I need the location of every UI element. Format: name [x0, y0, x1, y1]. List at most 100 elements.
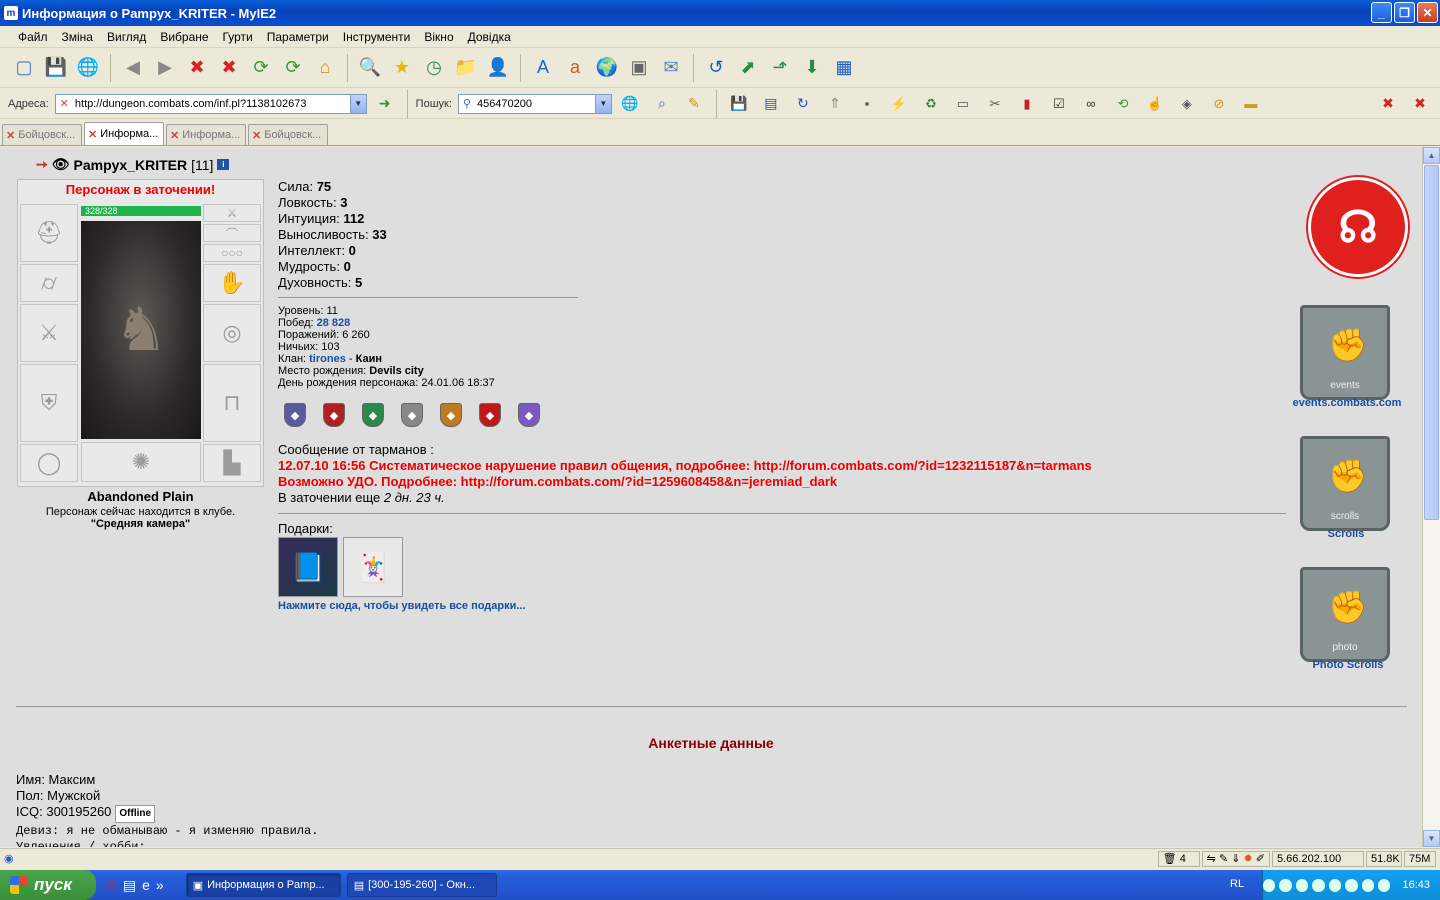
web-globe-icon[interactable]: 🌍: [593, 54, 621, 82]
gift-jester-icon[interactable]: 🃏: [343, 537, 403, 597]
hand-icon[interactable]: ☝: [1141, 90, 1169, 118]
disk-icon[interactable]: 💾: [725, 90, 753, 118]
language-indicator[interactable]: RL: [1230, 878, 1244, 890]
link-icon[interactable]: ∞: [1077, 90, 1105, 118]
tray-icon[interactable]: [1312, 878, 1325, 892]
tray-icon[interactable]: [1279, 878, 1292, 892]
close-icon[interactable]: ✕: [88, 128, 97, 141]
close-icon[interactable]: ✕: [252, 129, 261, 142]
history-icon[interactable]: ◷: [420, 54, 448, 82]
window-down-icon[interactable]: ⬇: [798, 54, 826, 82]
tab-item[interactable]: ✕ Бойцовск...: [248, 124, 328, 145]
font-icon[interactable]: A: [529, 54, 557, 82]
start-button[interactable]: пуск: [0, 870, 96, 900]
combats-logo[interactable]: ☊: [1308, 177, 1408, 277]
emblem-slot[interactable]: ✺: [81, 442, 201, 482]
rotate-icon[interactable]: ↻: [789, 90, 817, 118]
scroll-up-icon[interactable]: ▲: [1423, 147, 1440, 164]
search-icon[interactable]: 🔍: [356, 54, 384, 82]
task-browser[interactable]: ▣ Информация о Pamp...: [185, 873, 341, 897]
message-line[interactable]: Возможно УДО. Подробнее: http://forum.co…: [278, 474, 1092, 490]
forward-icon[interactable]: ▶: [151, 54, 179, 82]
armor-slot[interactable]: ⛨: [20, 364, 78, 442]
window-new-icon[interactable]: ⬏: [766, 54, 794, 82]
window-icon[interactable]: ▭: [949, 90, 977, 118]
maximize-button[interactable]: ❐: [1394, 2, 1415, 23]
find-icon[interactable]: ⌕: [648, 90, 676, 118]
close-icon[interactable]: ✕: [6, 129, 15, 142]
scrolls-link[interactable]: Scrolls: [1300, 528, 1392, 540]
gloves-slot[interactable]: ✋: [203, 264, 261, 302]
tray-icon[interactable]: [1328, 878, 1342, 892]
tray-icon[interactable]: [1345, 878, 1358, 892]
events-link[interactable]: events.combats.com: [1280, 397, 1414, 409]
medal-icon[interactable]: ◆: [323, 403, 345, 427]
highlight-icon[interactable]: ✎: [680, 90, 708, 118]
vertical-scrollbar[interactable]: ▲ ▼: [1422, 147, 1440, 847]
arrow-icon[interactable]: ➙: [36, 156, 48, 173]
menu-window[interactable]: Вікно: [424, 30, 453, 44]
medal-icon[interactable]: ◆: [440, 403, 462, 427]
save-icon[interactable]: 💾: [42, 54, 70, 82]
tray-icon[interactable]: [1361, 878, 1375, 892]
globe-save-icon[interactable]: 🌐: [74, 54, 102, 82]
tray-icon[interactable]: [1378, 878, 1391, 892]
gift-book-icon[interactable]: 📘: [278, 537, 338, 597]
minimize-button[interactable]: _: [1371, 2, 1392, 23]
scroll-thumb[interactable]: [1424, 165, 1439, 520]
earrings-slot[interactable]: ⚔: [203, 204, 261, 222]
chevron-down-icon[interactable]: ▼: [594, 94, 611, 113]
legs-slot[interactable]: ⊓: [203, 364, 261, 442]
cleaner-icon[interactable]: ♻: [917, 90, 945, 118]
block-icon[interactable]: ⊘: [1205, 90, 1233, 118]
search-engine-icon[interactable]: 🌐: [616, 90, 644, 118]
belt-slot[interactable]: ◯: [20, 444, 78, 482]
stop-all-icon[interactable]: ✖: [215, 54, 243, 82]
clock[interactable]: 16:43: [1402, 879, 1430, 891]
proxy-icon[interactable]: ▣: [625, 54, 653, 82]
undo-close-icon[interactable]: ↺: [702, 54, 730, 82]
reload-icon[interactable]: ⟲: [1109, 90, 1137, 118]
photo-scrolls-banner[interactable]: ✊ photo: [1300, 567, 1390, 662]
tab-item-active[interactable]: ✕ Информа...: [84, 122, 164, 145]
rings-slot[interactable]: ○○○: [203, 244, 261, 262]
more-icon[interactable]: »: [156, 877, 164, 894]
menu-favorites[interactable]: Вибране: [160, 30, 208, 44]
go-icon[interactable]: ➜: [371, 90, 399, 118]
menu-view[interactable]: Вигляд: [107, 30, 146, 44]
encoding-icon[interactable]: a: [561, 54, 589, 82]
chevron-down-icon[interactable]: ▼: [349, 94, 366, 113]
medal-icon[interactable]: ◆: [284, 403, 306, 427]
message-line[interactable]: 12.07.10 16:56 Систематическое нарушение…: [278, 458, 1092, 474]
flash-icon[interactable]: ⚡: [885, 90, 913, 118]
menu-help[interactable]: Довідка: [468, 30, 511, 44]
character-avatar[interactable]: ♞: [81, 221, 201, 439]
menu-options[interactable]: Параметри: [267, 30, 329, 44]
new-page-icon[interactable]: ▢: [10, 54, 38, 82]
home-icon[interactable]: ⌂: [311, 54, 339, 82]
refresh-icon[interactable]: ⟳: [247, 54, 275, 82]
diamond-icon[interactable]: ◈: [1173, 90, 1201, 118]
clan-link[interactable]: tirones: [309, 353, 346, 365]
menu-file[interactable]: Файл: [18, 30, 48, 44]
wins-link[interactable]: 28 828: [317, 317, 351, 329]
stop-icon[interactable]: ✖: [183, 54, 211, 82]
sync-icon[interactable]: ⇋: [1207, 852, 1216, 865]
calendar-icon[interactable]: ▤: [757, 90, 785, 118]
amulet-slot[interactable]: ⌒: [203, 224, 261, 242]
ie-icon[interactable]: e: [142, 877, 150, 894]
shield-slot[interactable]: ◎: [203, 304, 261, 362]
favorites-star-icon[interactable]: ★: [388, 54, 416, 82]
tile-icon[interactable]: ▦: [830, 54, 858, 82]
tray-icon[interactable]: [1295, 878, 1309, 892]
boots-slot[interactable]: ▙: [203, 444, 261, 482]
check-icon[interactable]: ☑: [1045, 90, 1073, 118]
weapon-slot[interactable]: ⚔: [20, 304, 78, 362]
task-icq[interactable]: ▤ [300-195-260] - Окн...: [346, 873, 497, 897]
tab-item[interactable]: ✕ Информа...: [166, 124, 246, 145]
eye-icon[interactable]: 👁: [52, 156, 70, 173]
medal-icon[interactable]: ◆: [518, 403, 540, 427]
folder-icon[interactable]: 📁: [452, 54, 480, 82]
icq-status-badge[interactable]: Offline: [115, 805, 156, 823]
tool-icon[interactable]: ✂: [981, 90, 1009, 118]
